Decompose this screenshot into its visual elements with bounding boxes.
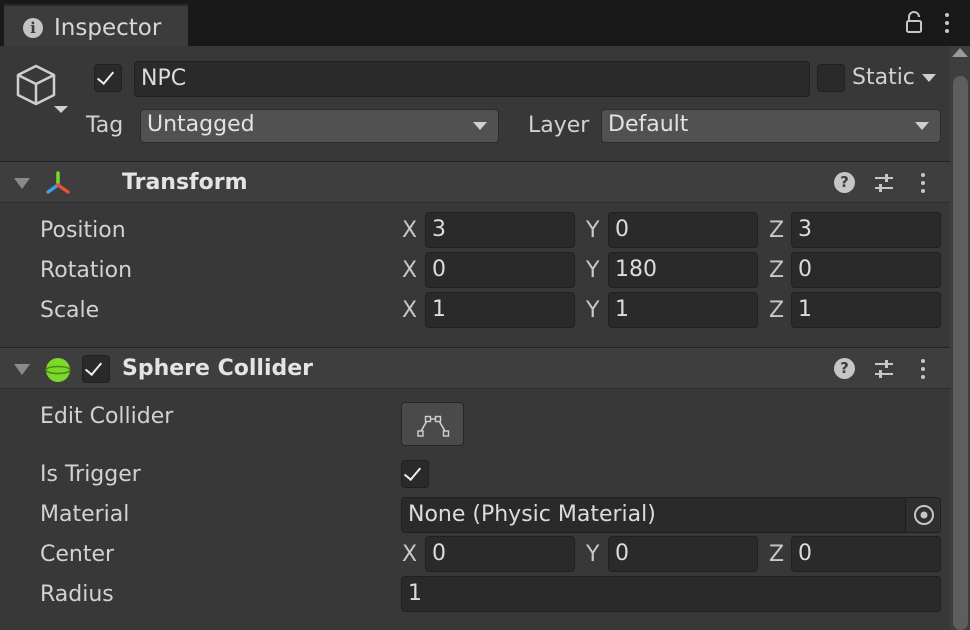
scale-label: Scale xyxy=(40,298,100,323)
tab-menu-icon[interactable] xyxy=(945,13,949,33)
rotation-z-field[interactable]: 0 xyxy=(791,252,941,288)
position-y-field[interactable]: 0 xyxy=(608,212,758,248)
axis-y-label[interactable]: Y xyxy=(586,542,599,567)
center-z-field[interactable]: 0 xyxy=(791,536,941,572)
rotation-x-field[interactable]: 0 xyxy=(425,252,575,288)
tag-dropdown[interactable]: Untagged xyxy=(140,109,499,143)
transform-foldout-icon[interactable] xyxy=(14,178,30,189)
axis-z-label[interactable]: Z xyxy=(769,542,784,567)
layer-value: Default xyxy=(608,112,689,137)
tag-label: Tag xyxy=(86,113,124,138)
sphere-collider-checkmark-icon xyxy=(84,357,103,377)
chevron-down-icon xyxy=(473,122,487,130)
sphere-collider-enabled-checkbox[interactable] xyxy=(82,355,110,383)
radius-field[interactable]: 1 xyxy=(401,576,941,612)
axis-x-label[interactable]: X xyxy=(402,298,417,323)
position-x-field[interactable]: 3 xyxy=(425,212,575,248)
axis-z-label[interactable]: Z xyxy=(769,258,784,283)
scale-z-field[interactable]: 1 xyxy=(791,292,941,328)
tab-label: Inspector xyxy=(54,15,162,41)
material-label: Material xyxy=(40,502,130,527)
help-icon[interactable]: ? xyxy=(834,172,855,193)
radius-label: Radius xyxy=(40,582,114,607)
scroll-up-arrow-icon[interactable] xyxy=(952,48,968,57)
lock-icon[interactable] xyxy=(904,10,924,34)
position-z-field[interactable]: 3 xyxy=(791,212,941,248)
rotation-label: Rotation xyxy=(40,258,133,283)
object-picker-icon[interactable] xyxy=(905,498,940,532)
edit-collider-label: Edit Collider xyxy=(40,404,174,429)
axis-x-label[interactable]: X xyxy=(402,542,417,567)
layer-label: Layer xyxy=(528,113,590,138)
active-checkmark-icon xyxy=(96,66,115,86)
axis-y-label[interactable]: Y xyxy=(586,298,599,323)
component-menu-icon[interactable] xyxy=(921,173,925,193)
sphere-collider-foldout-icon[interactable] xyxy=(14,364,30,375)
is-trigger-checkmark-icon xyxy=(403,462,422,482)
component-menu-icon[interactable] xyxy=(921,359,925,379)
static-label: Static xyxy=(852,65,915,90)
axis-x-label[interactable]: X xyxy=(402,218,417,243)
gameobject-name-input[interactable]: NPC xyxy=(134,61,810,97)
presets-icon[interactable] xyxy=(873,358,895,380)
axis-z-label[interactable]: Z xyxy=(769,298,784,323)
axis-y-label[interactable]: Y xyxy=(586,258,599,283)
center-label: Center xyxy=(40,542,115,567)
transform-header[interactable]: Transform ? xyxy=(0,161,950,203)
gameobject-icon[interactable] xyxy=(14,62,70,118)
tag-value: Untagged xyxy=(147,112,255,137)
axis-z-label[interactable]: Z xyxy=(769,218,784,243)
sphere-collider-header[interactable]: Sphere Collider ? xyxy=(0,347,950,389)
static-checkbox[interactable] xyxy=(817,64,845,92)
rotation-y-field[interactable]: 180 xyxy=(608,252,758,288)
chevron-down-icon xyxy=(915,122,929,130)
active-checkbox[interactable] xyxy=(94,64,122,92)
sphere-collider-title: Sphere Collider xyxy=(122,356,314,381)
scale-y-field[interactable]: 1 xyxy=(608,292,758,328)
info-icon: i xyxy=(23,18,43,38)
material-field[interactable]: None (Physic Material) xyxy=(401,497,941,533)
material-value: None (Physic Material) xyxy=(408,502,656,527)
tab-inspector[interactable]: i Inspector xyxy=(4,4,188,46)
sphere-collider-icon xyxy=(44,356,72,384)
presets-icon[interactable] xyxy=(873,172,895,194)
is-trigger-checkbox[interactable] xyxy=(401,460,429,488)
help-icon[interactable]: ? xyxy=(834,358,855,379)
layer-dropdown[interactable]: Default xyxy=(601,109,941,143)
static-dropdown-icon[interactable] xyxy=(922,74,936,82)
edit-collider-button[interactable] xyxy=(401,402,464,446)
center-x-field[interactable]: 0 xyxy=(425,536,575,572)
center-y-field[interactable]: 0 xyxy=(608,536,758,572)
transform-icon xyxy=(44,170,72,198)
is-trigger-label: Is Trigger xyxy=(40,462,141,487)
axis-x-label[interactable]: X xyxy=(402,258,417,283)
position-label: Position xyxy=(40,218,126,243)
edit-collider-icon xyxy=(417,415,450,437)
scrollbar-thumb[interactable] xyxy=(953,76,968,630)
axis-y-label[interactable]: Y xyxy=(586,218,599,243)
transform-title: Transform xyxy=(122,170,248,195)
scale-x-field[interactable]: 1 xyxy=(425,292,575,328)
